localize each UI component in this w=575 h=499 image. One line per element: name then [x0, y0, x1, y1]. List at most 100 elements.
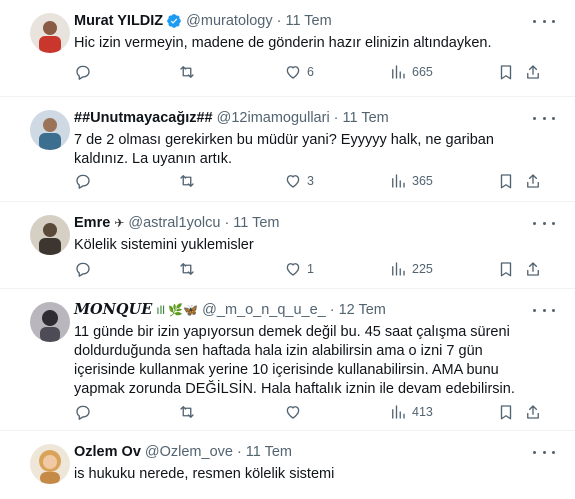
views-icon: [392, 262, 405, 276]
reply-button[interactable]: [74, 172, 97, 190]
view-count: 225: [412, 262, 433, 276]
timeline: Murat YILDIZ @muratology · 11 Tem Hic iz…: [0, 0, 575, 499]
like-icon: [286, 66, 300, 79]
views-button[interactable]: 413: [389, 403, 433, 421]
share-icon: [527, 65, 539, 79]
avatar[interactable]: [30, 302, 70, 342]
more-icon[interactable]: [533, 303, 555, 317]
separator: ·: [236, 444, 242, 460]
retweet-button[interactable]: [178, 403, 201, 421]
more-icon[interactable]: [533, 111, 555, 125]
like-count: 1: [307, 262, 314, 276]
name-badge: ıll 🌿🦋: [156, 303, 199, 317]
reply-icon: [76, 405, 90, 420]
like-button[interactable]: 1: [284, 260, 314, 278]
tweet-date[interactable]: 11 Tem: [246, 443, 292, 461]
author-handle[interactable]: @muratology: [186, 12, 272, 30]
views-button[interactable]: 665: [389, 63, 433, 81]
author-name[interactable]: 𝑴𝑶𝑵𝑸𝑼𝑬: [74, 301, 152, 319]
reply-icon: [76, 65, 90, 80]
share-button[interactable]: [524, 260, 542, 278]
share-button[interactable]: [524, 63, 542, 81]
tweet-date[interactable]: 12 Tem: [339, 301, 386, 319]
tweet[interactable]: Murat YILDIZ @muratology · 11 Tem Hic iz…: [0, 0, 575, 97]
tweet[interactable]: Ozlem Ov @Ozlem_ove · 11 Tem is hukuku n…: [0, 431, 575, 499]
avatar[interactable]: [30, 444, 70, 484]
views-icon: [392, 405, 405, 419]
author-handle[interactable]: @_m_o_n_q_u_e_: [202, 301, 326, 319]
tweet-text: is hukuku nerede, resmen kölelik sistemi: [74, 466, 335, 482]
tweet[interactable]: Emre ✈ @astral1yolcu · 11 Tem Kölelik si…: [0, 202, 575, 289]
author-handle[interactable]: @Ozlem_ove: [145, 443, 233, 461]
retweet-icon: [180, 263, 194, 275]
author-name[interactable]: ##Unutmayacağız##: [74, 109, 213, 127]
like-count: 6: [307, 65, 314, 79]
author-name[interactable]: Ozlem Ov: [74, 443, 141, 461]
more-icon[interactable]: [533, 14, 555, 28]
reply-button[interactable]: [74, 403, 97, 421]
tweet[interactable]: ##Unutmayacağız## @12imamogullari · 11 T…: [0, 97, 575, 202]
tweet-actions: 6 665: [72, 63, 542, 83]
retweet-button[interactable]: [178, 260, 201, 278]
avatar[interactable]: [30, 110, 70, 150]
like-count: 3: [307, 174, 314, 188]
like-icon: [286, 175, 300, 188]
share-icon: [527, 174, 539, 188]
author-name[interactable]: Emre: [74, 214, 110, 232]
reply-icon: [76, 174, 90, 189]
bookmark-button[interactable]: [497, 403, 515, 421]
separator: ·: [276, 13, 282, 29]
bookmark-button[interactable]: [497, 63, 515, 81]
share-icon: [527, 405, 539, 419]
like-icon: [286, 406, 300, 419]
tweet-text: 11 günde bir izin yapıyorsun demek değil…: [74, 324, 515, 397]
share-icon: [527, 262, 539, 276]
bookmark-icon: [500, 405, 512, 420]
view-count: 665: [412, 65, 433, 79]
more-icon[interactable]: [533, 445, 555, 459]
separator: ·: [224, 215, 230, 231]
like-button[interactable]: [284, 403, 307, 421]
views-icon: [392, 174, 405, 188]
views-button[interactable]: 225: [389, 260, 433, 278]
tweet-text: Kölelik sistemini yuklemisler: [74, 237, 254, 253]
tweet-date[interactable]: 11 Tem: [343, 109, 389, 127]
tweet-header: Murat YILDIZ @muratology · 11 Tem: [74, 12, 332, 30]
tweet-date[interactable]: 11 Tem: [233, 214, 279, 232]
author-handle[interactable]: @12imamogullari: [217, 109, 330, 127]
separator: ·: [329, 302, 335, 318]
reply-button[interactable]: [74, 63, 97, 81]
tweet-actions: 1 225: [72, 260, 542, 280]
reply-icon: [76, 262, 90, 277]
retweet-icon: [180, 175, 194, 187]
like-button[interactable]: 6: [284, 63, 314, 81]
more-icon[interactable]: [533, 216, 555, 230]
tweet-text: Hic izin vermeyin, madene de gönderin ha…: [74, 35, 492, 51]
author-name[interactable]: Murat YILDIZ: [74, 12, 163, 30]
bookmark-icon: [500, 174, 512, 189]
tweet-date[interactable]: 11 Tem: [285, 12, 331, 30]
verified-icon: [166, 13, 182, 29]
author-handle[interactable]: @astral1yolcu: [128, 214, 220, 232]
tweet-header: 𝑴𝑶𝑵𝑸𝑼𝑬 ıll 🌿🦋 @_m_o_n_q_u_e_ · 12 Tem: [74, 301, 386, 319]
avatar[interactable]: [30, 215, 70, 255]
views-button[interactable]: 365: [389, 172, 433, 190]
tweet-header: Emre ✈ @astral1yolcu · 11 Tem: [74, 214, 280, 232]
retweet-button[interactable]: [178, 63, 201, 81]
like-icon: [286, 263, 300, 276]
reply-button[interactable]: [74, 260, 97, 278]
views-icon: [392, 65, 405, 79]
bookmark-button[interactable]: [497, 260, 515, 278]
retweet-button[interactable]: [178, 172, 201, 190]
bookmark-button[interactable]: [497, 172, 515, 190]
tweet[interactable]: 𝑴𝑶𝑵𝑸𝑼𝑬 ıll 🌿🦋 @_m_o_n_q_u_e_ · 12 Tem 11…: [0, 289, 575, 431]
like-button[interactable]: 3: [284, 172, 314, 190]
share-button[interactable]: [524, 403, 542, 421]
tweet-actions: 413: [72, 403, 542, 423]
tweet-text: 7 de 2 olması gerekirken bu müdür yani? …: [74, 132, 494, 167]
retweet-icon: [180, 406, 194, 418]
retweet-icon: [180, 66, 194, 78]
share-button[interactable]: [524, 172, 542, 190]
view-count: 413: [412, 405, 433, 419]
avatar[interactable]: [30, 13, 70, 53]
